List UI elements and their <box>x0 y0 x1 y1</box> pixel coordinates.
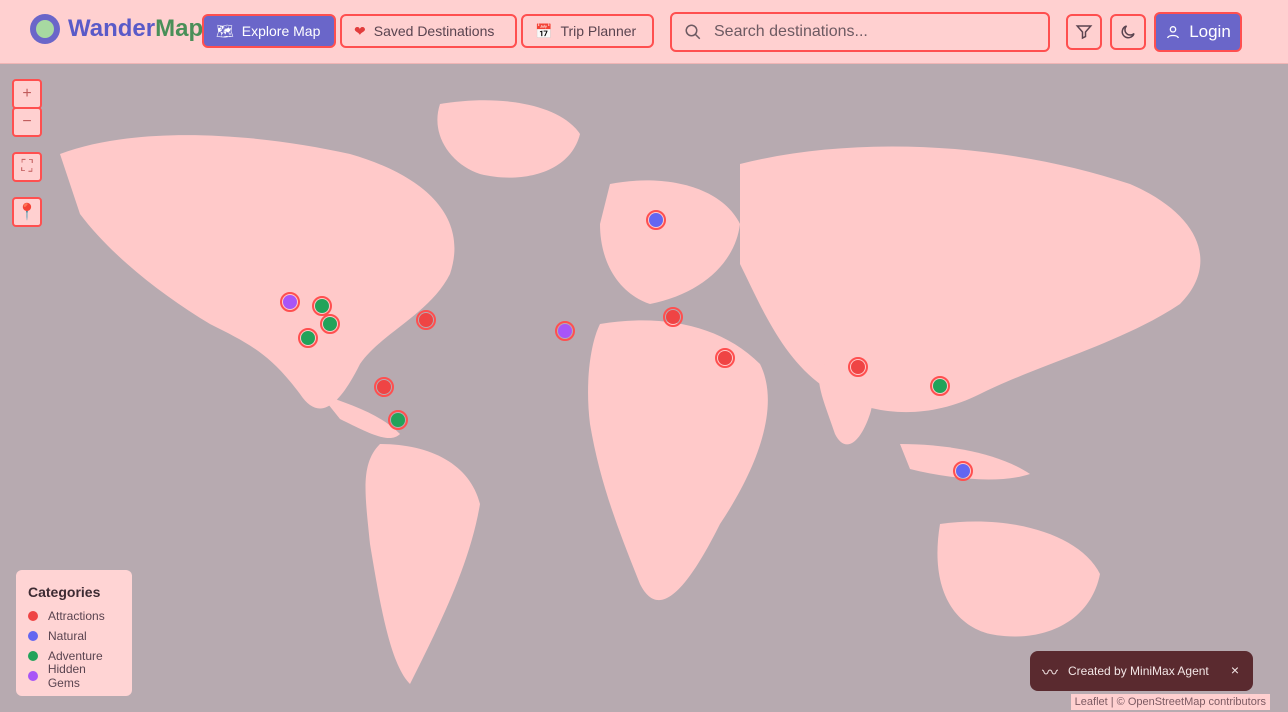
marker-adventure[interactable] <box>312 296 332 316</box>
nav-explore-map[interactable]: 🗺 Explore Map <box>202 14 336 48</box>
legend-item-attractions: Attractions <box>28 606 120 626</box>
heart-icon: ❤ <box>354 22 366 39</box>
legend-item-hidden-gems: Hidden Gems <box>28 662 120 690</box>
close-icon[interactable]: × <box>1231 662 1239 678</box>
search-input[interactable] <box>712 22 1036 42</box>
zoom-in-button[interactable]: + <box>12 79 42 109</box>
nav-saved-destinations[interactable]: ❤ Saved Destinations <box>340 14 517 48</box>
calendar-icon: 📅 <box>535 22 553 39</box>
marker-attraction[interactable] <box>848 357 868 377</box>
theme-toggle-button[interactable] <box>1110 14 1146 50</box>
search-box[interactable] <box>670 12 1050 52</box>
marker-attraction[interactable] <box>663 307 683 327</box>
fullscreen-icon: ⛶ <box>21 158 33 175</box>
login-button[interactable]: Login <box>1154 12 1242 52</box>
marker-attraction[interactable] <box>715 348 735 368</box>
location-pin-icon: 📍 <box>17 204 37 221</box>
filter-button[interactable] <box>1066 14 1102 50</box>
login-label: Login <box>1189 22 1231 41</box>
marker-adventure[interactable] <box>930 376 950 396</box>
nav-explore-label: Explore Map <box>241 23 321 39</box>
agent-toast: 〰 Created by MiniMax Agent × <box>1030 651 1253 691</box>
map-icon: 🗺 <box>216 22 234 39</box>
zoom-out-button[interactable]: − <box>12 107 42 137</box>
marker-adventure[interactable] <box>388 410 408 430</box>
marker-natural[interactable] <box>953 461 973 481</box>
fullscreen-button[interactable]: ⛶ <box>12 152 42 182</box>
toast-text: Created by MiniMax Agent <box>1068 664 1209 678</box>
locate-button[interactable]: 📍 <box>12 197 42 227</box>
nav-trip-planner[interactable]: 📅 Trip Planner <box>521 14 654 48</box>
world-map[interactable]: + − ⛶ 📍 Categories Attractions Natural A… <box>0 64 1288 712</box>
filter-icon <box>1075 25 1093 40</box>
map-attribution[interactable]: Leaflet | © OpenStreetMap contributors <box>1070 694 1270 710</box>
legend-item-natural: Natural <box>28 626 120 646</box>
marker-hidden-gem[interactable] <box>280 292 300 312</box>
brand-logo[interactable]: WanderMap <box>30 14 203 44</box>
user-icon <box>1167 26 1180 39</box>
search-icon <box>685 24 701 40</box>
waveform-icon: 〰 <box>1042 665 1059 682</box>
legend-title: Categories <box>28 584 101 600</box>
marker-adventure[interactable] <box>298 328 318 348</box>
minus-icon: − <box>22 113 32 130</box>
moon-icon <box>1121 25 1135 39</box>
marker-hidden-gem[interactable] <box>555 321 575 341</box>
marker-attraction[interactable] <box>374 377 394 397</box>
plus-icon: + <box>22 85 32 102</box>
compass-icon <box>30 14 60 44</box>
marker-attraction[interactable] <box>416 310 436 330</box>
top-header: WanderMap 🗺 Explore Map ❤ Saved Destinat… <box>0 0 1288 64</box>
nav-saved-label: Saved Destinations <box>373 23 495 39</box>
marker-natural[interactable] <box>646 210 666 230</box>
map-tiles <box>60 100 1201 684</box>
categories-legend: Categories Attractions Natural Adventure… <box>16 570 132 696</box>
marker-adventure[interactable] <box>320 314 340 334</box>
brand-name: WanderMap <box>68 15 204 42</box>
nav-trip-label: Trip Planner <box>560 23 637 39</box>
